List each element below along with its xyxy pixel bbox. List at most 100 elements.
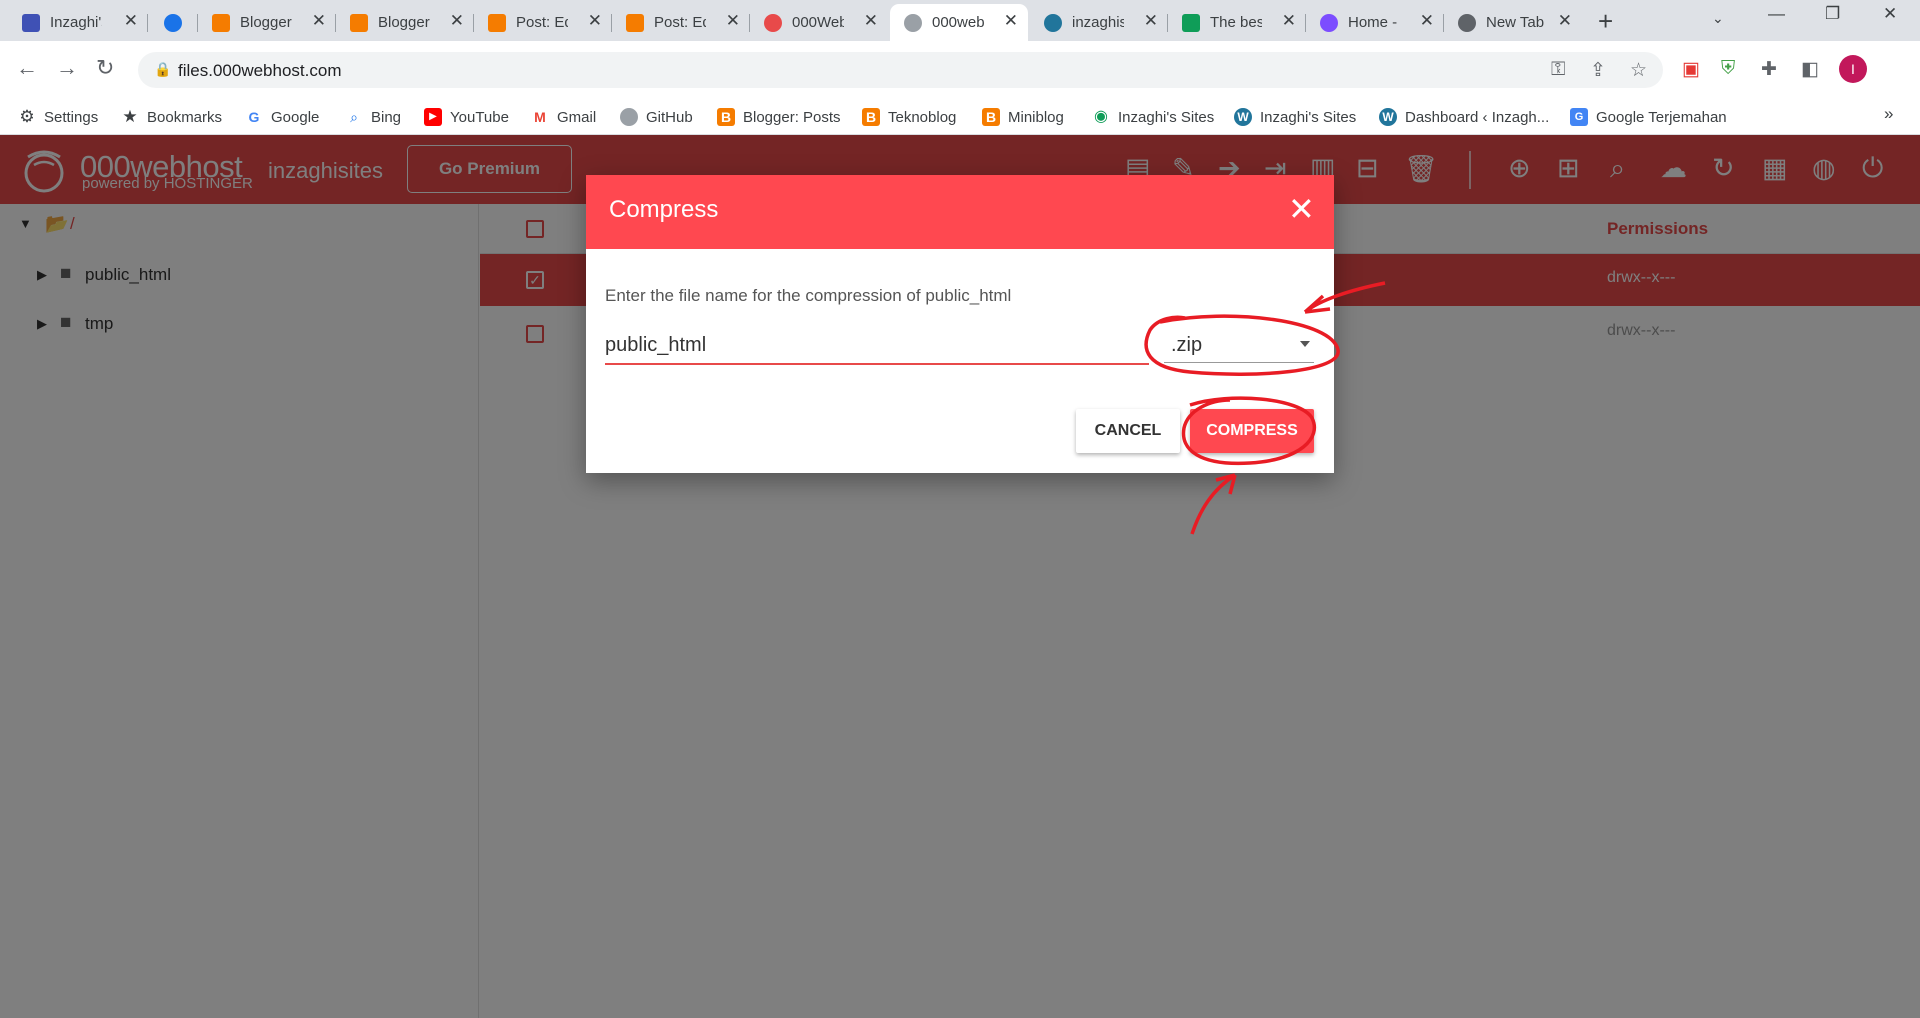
bookmark-label: Google Terjemahan — [1596, 108, 1727, 126]
dialog-prompt: Enter the file name for the compression … — [605, 286, 1012, 305]
tab-close-icon[interactable]: ✕ — [1282, 11, 1296, 31]
tab-close-icon[interactable]: ✕ — [1004, 11, 1018, 31]
bookmark-item[interactable]: B Teknoblog — [862, 105, 956, 129]
window-close-icon[interactable]: ✕ — [1883, 4, 1897, 24]
minimize-icon[interactable]: — — [1768, 4, 1785, 24]
lock-icon[interactable]: 🔒 — [154, 61, 171, 78]
key-icon[interactable]: ⚿ — [1551, 59, 1565, 81]
youtube-icon: ▶ — [424, 108, 442, 126]
wordpress-icon: W — [1234, 108, 1252, 126]
url-text[interactable]: files.000webhost.com — [178, 61, 341, 81]
bookmark-label: Gmail — [557, 108, 597, 126]
gear-icon: ⚙ — [19, 107, 35, 126]
bookmark-item[interactable]: B Blogger: Posts — [717, 105, 841, 129]
browser-tab[interactable]: The best ✕ — [1168, 4, 1306, 41]
bookmark-label: GitHub — [646, 108, 693, 126]
tab-close-icon[interactable]: ✕ — [124, 11, 138, 31]
tab-title: New Tab — [1486, 14, 1545, 31]
browser-tab[interactable]: New Tab ✕ — [1444, 4, 1582, 41]
shield-extension-icon[interactable]: ⛨ — [1721, 58, 1735, 80]
tab-title: 000webh — [932, 14, 984, 31]
tab-favicon-icon — [164, 14, 182, 32]
bookmark-item[interactable]: G Google Terjemahan — [1570, 105, 1727, 129]
bookmark-label: Inzaghi's Sites — [1260, 108, 1357, 126]
extension-red-icon[interactable]: ▣ — [1682, 58, 1700, 81]
bookmark-label: Bookmarks — [147, 108, 223, 126]
tab-close-icon[interactable]: ✕ — [1558, 11, 1572, 31]
browser-tab[interactable]: inzaghisi ✕ — [1030, 4, 1168, 41]
bookmark-item[interactable]: ★ Bookmarks — [121, 105, 222, 129]
bookmark-item[interactable]: ◉ Inzaghi's Sites — [1092, 105, 1214, 129]
browser-tab[interactable]: Post: Edi ✕ — [612, 4, 750, 41]
profile-avatar[interactable]: I — [1839, 55, 1867, 83]
tab-close-icon[interactable]: ✕ — [864, 11, 878, 31]
tab-search-chevron-icon[interactable]: ⌄ — [1712, 10, 1724, 27]
compress-button[interactable]: COMPRESS — [1190, 409, 1314, 453]
github-icon — [620, 108, 638, 126]
chrome-icon — [1458, 14, 1476, 32]
tab-title: Blogger: — [240, 14, 292, 31]
tab-close-icon[interactable]: ✕ — [1420, 11, 1434, 31]
browser-tab[interactable]: 000Web ✕ — [750, 4, 888, 41]
tab-close-icon[interactable]: ✕ — [1144, 11, 1158, 31]
star-icon: ★ — [122, 107, 138, 126]
google-icon: G — [248, 109, 260, 125]
extension-select[interactable]: .zip — [1164, 327, 1314, 363]
bookmark-item[interactable]: ⌕ Bing — [345, 105, 401, 129]
bookmark-label: Miniblog — [1008, 108, 1064, 126]
browser-tab[interactable]: Blogger: ✕ — [198, 4, 336, 41]
blogger-icon — [626, 14, 644, 32]
bookmark-label: Dashboard ‹ Inzagh... — [1405, 108, 1550, 126]
browser-toolbar: ← → ↻ 🔒 files.000webhost.com ⚿ ⇪ ☆ ▣ ⛨ ✚… — [0, 41, 1920, 99]
bookmark-star-icon[interactable]: ☆ — [1630, 59, 1647, 82]
forward-arrow-icon[interactable]: → — [56, 55, 78, 81]
bookmark-item[interactable]: ▶ YouTube — [424, 105, 509, 129]
share-icon[interactable]: ⇪ — [1590, 59, 1606, 82]
browser-tab[interactable]: Blogger: ✕ — [336, 4, 474, 41]
dialog-title: Compress — [609, 196, 719, 223]
address-bar[interactable]: 🔒 files.000webhost.com ⚿ ⇪ ☆ — [138, 52, 1663, 88]
tab-strip: Inzaghi's ✕ Blogger: ✕ Blogger: ✕ Post: … — [0, 0, 1920, 41]
close-icon[interactable]: ✕ — [1288, 193, 1315, 225]
back-arrow-icon[interactable]: ← — [16, 55, 38, 81]
bookmark-item[interactable]: W Inzaghi's Sites — [1234, 105, 1356, 129]
gmail-icon: M — [534, 109, 546, 125]
bookmark-label: Teknoblog — [888, 108, 957, 126]
tab-title: Home - I — [1348, 14, 1400, 31]
bookmark-item[interactable]: G Google — [245, 105, 320, 129]
bookmarks-overflow-icon[interactable]: » — [1884, 104, 1893, 124]
tab-close-icon[interactable]: ✕ — [312, 11, 326, 31]
bookmark-item[interactable]: B Miniblog — [982, 105, 1064, 129]
reload-icon[interactable]: ↻ — [96, 55, 114, 81]
bookmarks-bar: ⚙ Settings ★ Bookmarks G Google ⌕ Bing ▶ YouT… — [0, 99, 1920, 135]
browser-tab-active[interactable]: 000webh ✕ — [890, 4, 1028, 41]
wordpress-icon — [1044, 14, 1062, 32]
compress-dialog: Compress ✕ Enter the file name for the c… — [586, 175, 1334, 473]
restore-icon[interactable]: ❐ — [1825, 4, 1840, 24]
bookmark-item[interactable]: GitHub — [620, 105, 693, 129]
bookmark-label: Bing — [371, 108, 402, 126]
blogger-icon: B — [862, 108, 880, 126]
new-tab-plus-icon[interactable]: + — [1598, 6, 1613, 37]
filename-input[interactable] — [605, 327, 1149, 365]
tab-close-icon[interactable]: ✕ — [726, 11, 740, 31]
browser-tab[interactable]: Inzaghi's ✕ — [8, 4, 148, 41]
bookmark-label: Inzaghi's Sites — [1118, 108, 1215, 126]
tab-close-icon[interactable]: ✕ — [450, 11, 464, 31]
bookmark-item[interactable]: W Dashboard ‹ Inzagh... — [1379, 105, 1549, 129]
browser-tab[interactable]: Home - I ✕ — [1306, 4, 1444, 41]
browser-tab[interactable] — [148, 4, 198, 41]
tab-close-icon[interactable]: ✕ — [588, 11, 602, 31]
tab-title: inzaghisi — [1072, 14, 1124, 31]
side-panel-icon[interactable]: ◧ — [1801, 58, 1819, 81]
bookmark-item[interactable]: ⚙ Settings — [18, 105, 98, 129]
tab-favicon-icon — [22, 14, 40, 32]
bookmark-item[interactable]: M Gmail — [531, 105, 596, 129]
blogger-icon: B — [982, 108, 1000, 126]
browser-tab[interactable]: Post: Edi ✕ — [474, 4, 612, 41]
bookmark-label: YouTube — [450, 108, 509, 126]
cancel-button[interactable]: CANCEL — [1076, 409, 1180, 453]
bookmark-label: Blogger: Posts — [743, 108, 841, 126]
globe-icon — [904, 14, 922, 32]
puzzle-extensions-icon[interactable]: ✚ — [1761, 58, 1777, 81]
